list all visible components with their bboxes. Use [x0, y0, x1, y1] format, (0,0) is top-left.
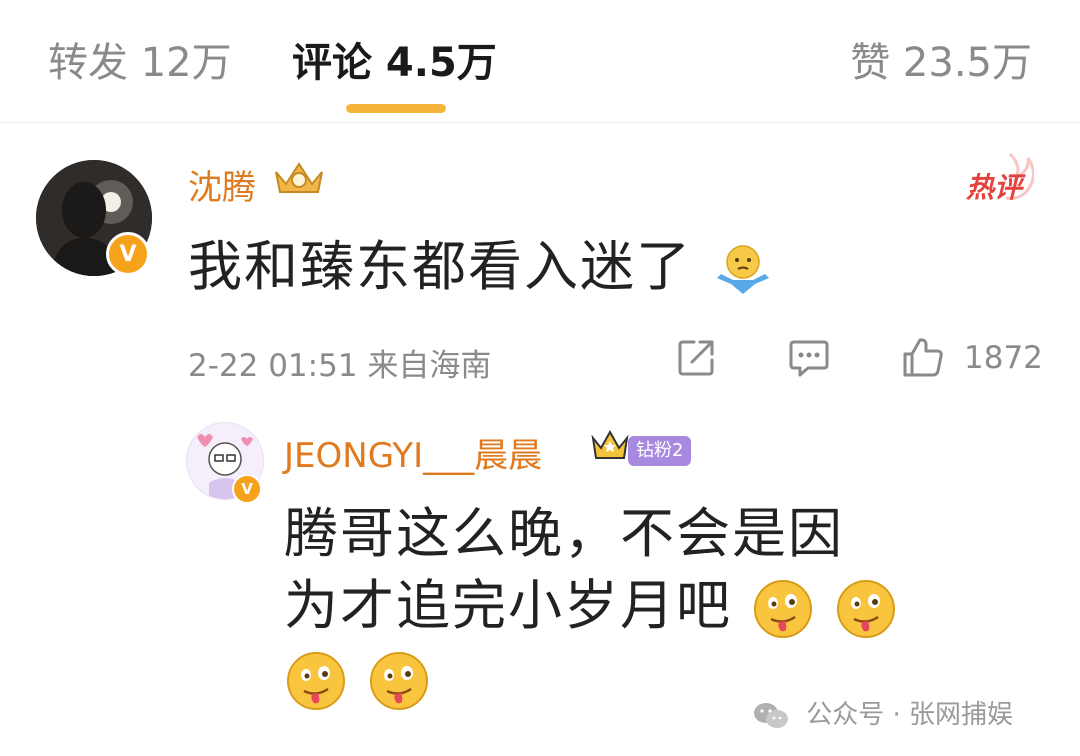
- tab-bar: 转发 12万 评论 4.5万 赞 23.5万: [0, 0, 1080, 123]
- wechat-icon: [754, 702, 788, 728]
- comment-body: 我和臻东都看入迷了: [188, 235, 692, 298]
- comment-username[interactable]: 沈腾: [188, 160, 256, 209]
- tongue-emoji-icon: [754, 580, 813, 639]
- watermark: 公众号 · 张网捕娱: [752, 694, 1013, 731]
- reply-username[interactable]: JEONGYI___晨晨: [284, 428, 542, 477]
- tab-reposts[interactable]: 转发 12万: [48, 30, 232, 88]
- crown-icon: [591, 429, 629, 459]
- hot-comment-badge: 热评: [960, 152, 1034, 208]
- thumbs-up-icon[interactable]: [900, 334, 946, 380]
- watermark-text: 公众号 · 张网捕娱: [806, 700, 1014, 730]
- tongue-emoji-icon: [837, 580, 896, 639]
- reply-text: 腾哥这么晚，不会是因 为才追完小岁月吧: [284, 498, 1044, 714]
- tab-likes[interactable]: 赞 23.5万: [850, 30, 1032, 88]
- comment-text: 我和臻东都看入迷了: [188, 222, 775, 302]
- like-count: 1872: [964, 340, 1043, 376]
- tab-comments[interactable]: 评论 4.5万: [292, 30, 497, 88]
- comment-icon[interactable]: [786, 334, 832, 380]
- comment-timestamp: 2-22 01:51 来自海南: [188, 348, 492, 384]
- crown-icon: [275, 162, 323, 193]
- tongue-emoji-icon: [287, 652, 345, 711]
- shrug-emoji-icon: [717, 245, 770, 295]
- reply-body-line2: 为才追完小岁月吧: [284, 574, 732, 637]
- active-tab-indicator: [346, 104, 446, 113]
- reply-body-line2-wrap: 为才追完小岁月吧: [284, 570, 1044, 642]
- verified-badge-icon: V: [232, 474, 262, 504]
- verified-badge-icon: V: [106, 232, 150, 276]
- tongue-emoji-icon: [370, 652, 429, 711]
- hot-comment-label: 热评: [966, 171, 1023, 204]
- reply-body-line1: 腾哥这么晚，不会是因: [284, 502, 844, 565]
- fan-level-badge: 钻粉2: [628, 436, 692, 466]
- share-icon[interactable]: [674, 334, 720, 380]
